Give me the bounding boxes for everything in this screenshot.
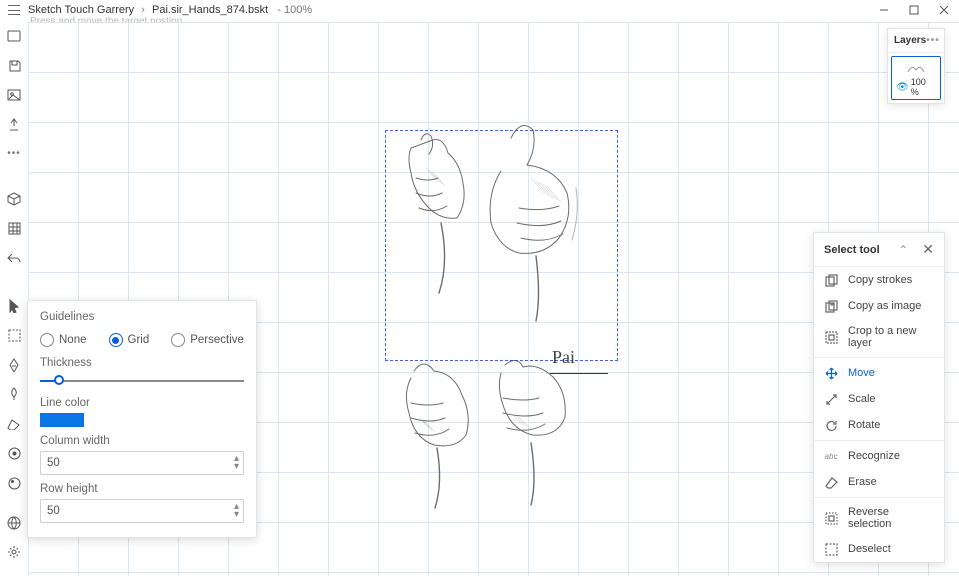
move-icon — [824, 366, 838, 380]
tool-pen-icon[interactable] — [4, 355, 24, 375]
collapse-icon[interactable]: ⌃ — [898, 243, 908, 257]
select-action-abc[interactable]: abcRecognize — [814, 443, 944, 469]
tool-eraser-icon[interactable] — [4, 414, 24, 434]
select-action-rotate[interactable]: Rotate — [814, 412, 944, 438]
tool-cursor-icon[interactable] — [4, 296, 24, 316]
select-action-erase[interactable]: Erase — [814, 469, 944, 495]
layer-item[interactable]: 👁100 % — [891, 56, 941, 100]
radio-grid[interactable]: Grid — [109, 333, 150, 347]
select-tool-panel: Select tool ⌃ ✕ Copy strokesCopy as imag… — [813, 232, 945, 563]
thickness-label: Thickness — [40, 357, 244, 369]
tool-rect-icon[interactable] — [4, 26, 24, 46]
signature-underline — [550, 373, 608, 374]
tool-circle-icon[interactable] — [4, 444, 24, 464]
radio-none[interactable]: None — [40, 333, 87, 347]
tool-save-icon[interactable] — [4, 56, 24, 76]
tool-select-icon[interactable] — [4, 326, 24, 346]
app-name: Sketch Touch Garrery — [28, 4, 134, 16]
radio-perspective[interactable]: Persective — [171, 333, 244, 347]
select-action-move[interactable]: Move — [814, 360, 944, 386]
guidelines-title: Guidelines — [40, 311, 244, 323]
select-action-scale[interactable]: Scale — [814, 386, 944, 412]
tool-3d-icon[interactable] — [4, 190, 24, 210]
linecolor-label: Line color — [40, 397, 244, 409]
toolbar: ••• — [0, 22, 28, 576]
menu-icon[interactable] — [6, 4, 22, 16]
tool-more-icon[interactable]: ••• — [4, 144, 24, 164]
layers-title: Layers — [894, 35, 926, 46]
tool-export-icon[interactable] — [4, 115, 24, 135]
breadcrumb-sep: › — [141, 4, 145, 16]
select-action-copy[interactable]: Copy strokes — [814, 267, 944, 293]
select-action-deselect[interactable]: Deselect — [814, 536, 944, 562]
select-action-reverse[interactable]: Reverse selection — [814, 500, 944, 536]
close-icon[interactable]: ✕ — [922, 241, 934, 258]
breadcrumb: Sketch Touch Garrery › Pai.sir_Hands_874… — [28, 4, 312, 16]
tool-grid-icon[interactable] — [4, 219, 24, 239]
rotate-icon — [824, 418, 838, 432]
colwidth-input[interactable]: 50▴▾ — [40, 451, 244, 475]
layer-thumbnail — [896, 61, 936, 75]
layers-panel: Layers••• 👁100 % — [887, 28, 945, 104]
close-button[interactable] — [929, 0, 959, 20]
maximize-button[interactable] — [899, 0, 929, 20]
rowheight-label: Row height — [40, 483, 244, 495]
layers-more-icon[interactable]: ••• — [926, 35, 940, 46]
thickness-slider[interactable] — [40, 373, 244, 389]
tool-image-icon[interactable] — [4, 85, 24, 105]
crop-icon — [824, 330, 838, 344]
copyimg-icon — [824, 299, 838, 313]
sketch-content — [381, 118, 621, 523]
select-action-crop[interactable]: Crop to a new layer — [814, 319, 944, 355]
scale-icon — [824, 392, 838, 406]
file-name: Pai.sir_Hands_874.bskt — [152, 4, 268, 16]
tool-ink-icon[interactable] — [4, 473, 24, 493]
tool-undo-icon[interactable] — [4, 249, 24, 269]
stepper-icon[interactable]: ▴▾ — [234, 503, 239, 519]
colwidth-label: Column width — [40, 435, 244, 447]
copy-icon — [824, 273, 838, 287]
minimize-button[interactable] — [869, 0, 899, 20]
select-action-copyimg[interactable]: Copy as image — [814, 293, 944, 319]
abc-icon: abc — [824, 449, 838, 463]
window-controls — [869, 0, 959, 20]
settings-icon[interactable] — [4, 542, 24, 562]
linecolor-swatch[interactable] — [40, 413, 84, 427]
stepper-icon[interactable]: ▴▾ — [234, 455, 239, 471]
zoom-level: 100% — [284, 4, 312, 16]
reverse-icon — [824, 511, 838, 525]
signature: Pai — [552, 347, 575, 368]
tool-brush-icon[interactable] — [4, 385, 24, 405]
layer-opacity: 100 % — [911, 77, 936, 97]
erase-icon — [824, 475, 838, 489]
rowheight-input[interactable]: 50▴▾ — [40, 499, 244, 523]
guidelines-panel: Guidelines None Grid Persective Thicknes… — [27, 300, 257, 538]
tool-globe-icon[interactable] — [4, 513, 24, 533]
eye-icon[interactable]: 👁 — [896, 82, 909, 93]
deselect-icon — [824, 542, 838, 556]
select-tool-title: Select tool — [824, 244, 898, 256]
